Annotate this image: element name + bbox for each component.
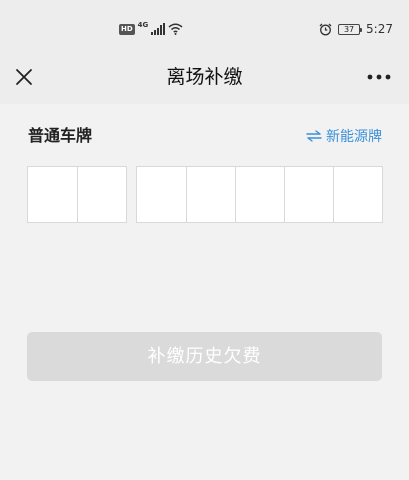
plate-char-input-5[interactable]	[235, 167, 284, 222]
swap-arrows-icon	[306, 130, 322, 142]
more-button[interactable]	[363, 61, 395, 93]
main-content: 普通车牌 新能源牌 补缴历史欠费	[0, 104, 409, 480]
plate-char-input-4[interactable]	[186, 167, 235, 222]
status-right: 37 5:27	[319, 21, 393, 37]
pay-history-arrears-button[interactable]: 补缴历史欠费	[27, 332, 382, 381]
wifi-icon	[168, 23, 183, 35]
plate-number-group	[136, 166, 383, 223]
alarm-clock-icon	[319, 23, 332, 35]
switch-new-energy-plate[interactable]: 新能源牌	[306, 126, 382, 146]
hd-badge: HD	[119, 23, 135, 35]
more-icon	[367, 74, 391, 80]
plate-char-input-1[interactable]	[28, 167, 77, 222]
plate-char-input-2[interactable]	[77, 167, 126, 222]
switch-link-label: 新能源牌	[326, 129, 382, 145]
page-title: 离场补缴	[166, 66, 243, 88]
plate-char-input-7[interactable]	[333, 167, 382, 222]
status-time: 5:27	[366, 22, 393, 36]
plate-char-input-6[interactable]	[284, 167, 333, 222]
plate-prefix-group	[27, 166, 127, 223]
status-indicators: HD 4G	[119, 22, 183, 36]
status-bar: HD 4G 37 5:27	[0, 0, 409, 52]
plate-type-label: 普通车牌	[28, 126, 93, 145]
network-type-label: 4G	[137, 21, 149, 29]
signal-icon	[151, 23, 166, 35]
battery-icon: 37	[338, 23, 363, 35]
plate-char-input-3[interactable]	[137, 167, 186, 222]
nav-bar: 离场补缴	[0, 52, 409, 102]
